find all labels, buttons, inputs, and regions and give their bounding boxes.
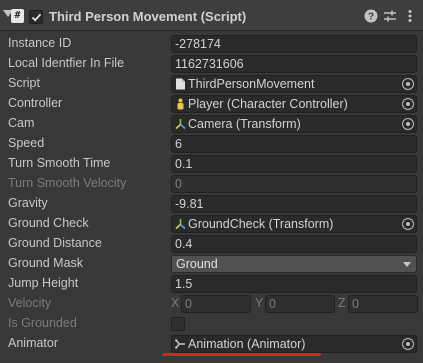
ground-mask-value: Ground <box>176 257 218 271</box>
is-grounded-label: Is Grounded <box>8 316 77 330</box>
velocity-label: Velocity <box>8 296 52 310</box>
jump-height-row: Jump Height 1.5 <box>0 274 423 294</box>
velocity-y-label: Y <box>255 296 264 310</box>
object-picker-icon[interactable] <box>402 218 414 230</box>
local-identifier-label: Local Identfier In File <box>8 56 125 70</box>
speed-label[interactable]: Speed <box>8 136 44 150</box>
velocity-x-field: 0 <box>181 295 251 313</box>
help-icon[interactable]: ? <box>364 9 378 23</box>
ground-check-value: GroundCheck (Transform) <box>188 217 334 231</box>
script-row: Script ThirdPersonMovement <box>0 74 423 94</box>
controller-value: Player (Character Controller) <box>188 97 348 111</box>
script-icon: # <box>11 9 24 23</box>
animator-label: Animator <box>8 336 59 350</box>
velocity-y-field: 0 <box>265 295 335 313</box>
ground-check-object-field[interactable]: GroundCheck (Transform) <box>171 215 417 233</box>
velocity-x-label: X <box>171 296 180 310</box>
object-picker-icon[interactable] <box>402 338 414 350</box>
local-identifier-row: Local Identfier In File 1162731606 <box>0 54 423 74</box>
controller-object-field[interactable]: Player (Character Controller) <box>171 95 417 113</box>
component-enabled-checkbox[interactable] <box>29 10 43 24</box>
ground-distance-row: Ground Distance 0.4 <box>0 234 423 254</box>
instance-id-label: Instance ID <box>8 36 72 50</box>
script-file-icon <box>175 78 186 90</box>
highlight-underline <box>162 353 321 356</box>
velocity-z-field: 0 <box>348 295 418 313</box>
gravity-field[interactable]: -9.81 <box>171 195 417 213</box>
turn-smooth-time-field[interactable]: 0.1 <box>171 155 417 173</box>
component-header: # Third Person Movement (Script) ? <box>0 0 423 31</box>
turn-smooth-velocity-field: 0 <box>171 175 417 193</box>
ground-mask-dropdown[interactable]: Ground <box>171 255 417 273</box>
script-object-field[interactable]: ThirdPersonMovement <box>171 75 417 93</box>
turn-smooth-time-label[interactable]: Turn Smooth Time <box>8 156 110 170</box>
jump-height-label[interactable]: Jump Height <box>8 276 78 290</box>
transform-icon <box>175 218 186 230</box>
is-grounded-row: Is Grounded <box>0 314 423 334</box>
script-label: Script <box>8 76 40 90</box>
cam-label: Cam <box>8 116 35 130</box>
controller-row: Controller Player (Character Controller) <box>0 94 423 114</box>
velocity-row: Velocity X 0 Y 0 Z 0 <box>0 294 423 314</box>
animator-value: Animation (Animator) <box>188 337 306 351</box>
local-identifier-field[interactable]: 1162731606 <box>171 55 417 73</box>
character-controller-icon <box>175 98 186 110</box>
turn-smooth-velocity-label: Turn Smooth Velocity <box>8 176 127 190</box>
controller-label: Controller <box>8 96 63 110</box>
instance-id-row: Instance ID -278174 <box>0 34 423 54</box>
ground-check-label: Ground Check <box>8 216 89 230</box>
ground-mask-label: Ground Mask <box>8 256 84 270</box>
script-value: ThirdPersonMovement <box>188 77 315 91</box>
animator-icon <box>175 338 186 350</box>
gravity-row: Gravity -9.81 <box>0 194 423 214</box>
ground-check-row: Ground Check GroundCheck (Transform) <box>0 214 423 234</box>
speed-field[interactable]: 6 <box>171 135 417 153</box>
jump-height-field[interactable]: 1.5 <box>171 275 417 293</box>
velocity-z-label: Z <box>338 296 346 310</box>
ground-distance-label[interactable]: Ground Distance <box>8 236 102 250</box>
object-picker-icon[interactable] <box>402 78 414 90</box>
kebab-menu-icon[interactable] <box>403 9 417 23</box>
component-title: Third Person Movement (Script) <box>49 9 247 24</box>
cam-object-field[interactable]: Camera (Transform) <box>171 115 417 133</box>
gravity-label[interactable]: Gravity <box>8 196 48 210</box>
is-grounded-checkbox <box>171 317 185 331</box>
turn-smooth-velocity-row: Turn Smooth Velocity 0 <box>0 174 423 194</box>
chevron-down-icon <box>403 262 411 267</box>
cam-value: Camera (Transform) <box>188 117 301 131</box>
transform-icon <box>175 118 186 130</box>
ground-mask-row: Ground Mask Ground <box>0 254 423 274</box>
object-picker-icon[interactable] <box>402 118 414 130</box>
object-picker-icon[interactable] <box>402 98 414 110</box>
turn-smooth-time-row: Turn Smooth Time 0.1 <box>0 154 423 174</box>
instance-id-field[interactable]: -278174 <box>171 35 417 53</box>
svg-text:?: ? <box>368 12 374 23</box>
ground-distance-field[interactable]: 0.4 <box>171 235 417 253</box>
animator-object-field[interactable]: Animation (Animator) <box>171 335 417 353</box>
speed-row: Speed 6 <box>0 134 423 154</box>
animator-row: Animator Animation (Animator) <box>0 334 423 354</box>
presets-icon[interactable] <box>383 9 397 23</box>
cam-row: Cam Camera (Transform) <box>0 114 423 134</box>
